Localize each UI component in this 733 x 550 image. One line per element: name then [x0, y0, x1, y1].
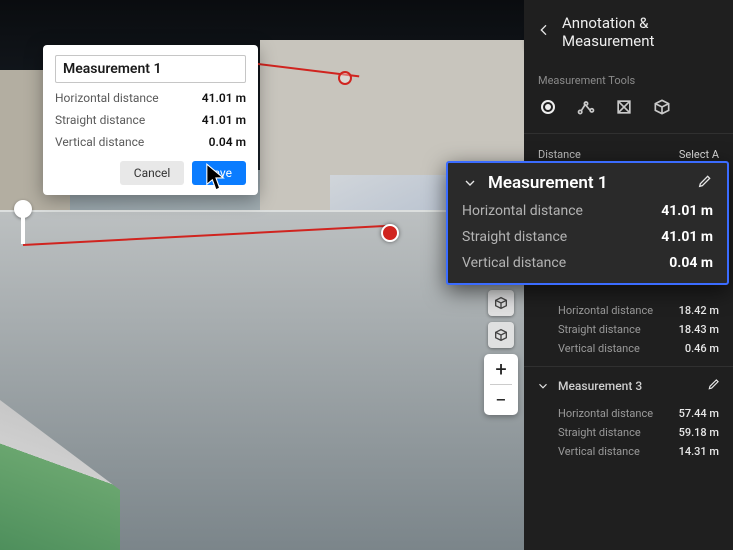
polyline-icon: [576, 97, 596, 117]
chevron-down-icon[interactable]: [462, 175, 478, 191]
view-cube-button[interactable]: [488, 290, 514, 316]
pencil-icon: [707, 377, 721, 391]
measurement-header[interactable]: Measurement 3: [524, 367, 733, 404]
chevron-left-icon: [536, 22, 552, 38]
popup-value: 41.01 m: [202, 113, 246, 127]
measurement-name: Measurement 1: [488, 173, 687, 193]
popup-row: Horizontal distance 41.01 m: [55, 91, 246, 105]
map-pin[interactable]: [14, 200, 32, 218]
tools-section-label: Measurement Tools: [524, 60, 733, 97]
cube-icon: [652, 97, 672, 117]
measurement-point-active[interactable]: [381, 224, 399, 242]
pencil-icon: [697, 173, 713, 189]
line-tool[interactable]: [576, 97, 596, 117]
panel-title: Annotation & Measurement: [562, 14, 721, 50]
popup-row: Straight distance 41.01 m: [55, 113, 246, 127]
popup-label: Vertical distance: [55, 135, 144, 149]
edit-button[interactable]: [707, 377, 721, 394]
select-all-button[interactable]: Select A: [679, 148, 719, 161]
popup-row: Vertical distance 0.04 m: [55, 135, 246, 149]
measurement-name-input[interactable]: [55, 55, 246, 83]
area-tool[interactable]: [614, 97, 634, 117]
cancel-button[interactable]: Cancel: [120, 161, 185, 185]
save-button[interactable]: Save: [192, 161, 246, 185]
zoom-in-button[interactable]: +: [484, 354, 518, 384]
measurement-item: Measurement 3 Horizontal distance57.44 m…: [524, 367, 733, 461]
popup-value: 41.01 m: [202, 91, 246, 105]
view-cube-button[interactable]: [488, 322, 514, 348]
edit-button[interactable]: [697, 173, 713, 193]
back-button[interactable]: [536, 22, 552, 42]
view-cube-stack: [488, 290, 514, 348]
area-icon: [614, 97, 634, 117]
zoom-control: + −: [484, 354, 518, 415]
volume-tool[interactable]: [652, 97, 672, 117]
measurement-point[interactable]: [338, 71, 352, 85]
point-icon: [541, 100, 555, 114]
measurement-edit-popup: Horizontal distance 41.01 m Straight dis…: [43, 45, 258, 195]
zoom-out-button[interactable]: −: [484, 385, 518, 415]
measurement-item: Horizontal distance18.42 m Straight dist…: [524, 301, 733, 358]
point-tool[interactable]: [538, 97, 558, 117]
popup-label: Horizontal distance: [55, 91, 159, 105]
measurement-highlight-card: Measurement 1 Horizontal distance41.01 m…: [446, 161, 729, 285]
popup-value: 0.04 m: [209, 135, 246, 149]
measurement-name: Measurement 3: [558, 379, 699, 393]
popup-label: Straight distance: [55, 113, 145, 127]
chevron-down-icon: [536, 379, 550, 393]
distance-section-label: Distance: [538, 148, 581, 161]
